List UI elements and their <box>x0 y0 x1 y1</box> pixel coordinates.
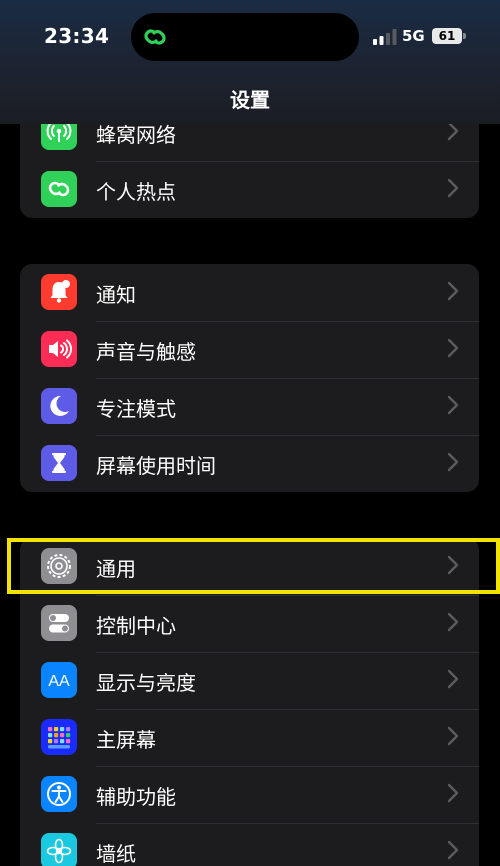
settings-row-accessibility[interactable]: 辅助功能 <box>20 766 479 823</box>
settings-row-general[interactable]: 通用 <box>20 538 479 595</box>
settings-row-label: 显示与亮度 <box>96 671 196 695</box>
chevron-right-icon <box>447 669 459 689</box>
settings-row-label: 控制中心 <box>96 614 176 638</box>
hourglass-icon <box>41 445 77 481</box>
page-title: 设置 <box>230 88 270 112</box>
settings-row-label: 通用 <box>96 557 136 581</box>
settings-row-control-center[interactable]: 控制中心 <box>20 595 479 652</box>
settings-row-sounds[interactable]: 声音与触感 <box>20 321 479 378</box>
chevron-right-icon <box>447 612 459 632</box>
settings-row-home-screen[interactable]: 主屏幕 <box>20 709 479 766</box>
speaker-icon <box>41 331 77 367</box>
chevron-right-icon <box>447 178 459 198</box>
flower-icon <box>41 833 77 866</box>
header: 23:34 5G 61 设置 <box>0 0 500 124</box>
status-time: 23:34 <box>44 24 110 48</box>
settings-group-notifications: 通知 声音与触感 专注模式 屏幕使用时间 <box>20 264 479 492</box>
accessibility-icon <box>41 776 77 812</box>
settings-row-label: 墙纸 <box>96 842 136 866</box>
settings-row-label: 屏幕使用时间 <box>96 454 216 478</box>
settings-row-label: 通知 <box>96 283 136 307</box>
cellular-signal-icon <box>373 29 397 45</box>
hotspot-link-icon <box>144 29 166 45</box>
chevron-right-icon <box>447 452 459 472</box>
settings-row-screen-time[interactable]: 屏幕使用时间 <box>20 435 479 492</box>
moon-icon <box>41 388 77 424</box>
network-type: 5G <box>402 27 425 45</box>
dynamic-island[interactable] <box>131 13 359 61</box>
settings-row-label: 辅助功能 <box>96 785 176 809</box>
settings-row-label: 个人热点 <box>96 180 176 204</box>
chevron-right-icon <box>447 338 459 358</box>
chevron-right-icon <box>447 783 459 803</box>
settings-row-display[interactable]: AA 显示与亮度 <box>20 652 479 709</box>
chevron-right-icon <box>447 281 459 301</box>
chevron-right-icon <box>447 395 459 415</box>
app-grid-icon <box>41 719 77 755</box>
chevron-right-icon <box>447 840 459 860</box>
settings-row-wallpaper[interactable]: 墙纸 <box>20 823 479 866</box>
personal-hotspot-icon <box>41 171 77 207</box>
settings-row-label: 声音与触感 <box>96 340 196 364</box>
text-size-icon: AA <box>41 662 77 698</box>
settings-row-notifications[interactable]: 通知 <box>20 264 479 321</box>
battery-tip <box>463 33 466 39</box>
chevron-right-icon <box>447 555 459 575</box>
gear-icon <box>41 548 77 584</box>
battery-icon: 61 <box>432 28 462 44</box>
chevron-right-icon <box>447 726 459 746</box>
toggle-switches-icon <box>41 605 77 641</box>
settings-row-hotspot[interactable]: 个人热点 <box>20 161 479 218</box>
display-aa-text: AA <box>48 673 70 690</box>
settings-row-focus[interactable]: 专注模式 <box>20 378 479 435</box>
settings-row-label: 专注模式 <box>96 397 176 421</box>
settings-screen: 23:34 5G 61 设置 蜂窝网络 个人热点 通知 声音与触感 专注模式 屏… <box>0 0 500 866</box>
settings-group-general: 通用 控制中心 AA 显示与亮度 主屏幕 辅助功能 墙纸 <box>20 538 479 866</box>
settings-row-label: 主屏幕 <box>96 728 156 752</box>
notification-bell-icon <box>41 274 77 310</box>
